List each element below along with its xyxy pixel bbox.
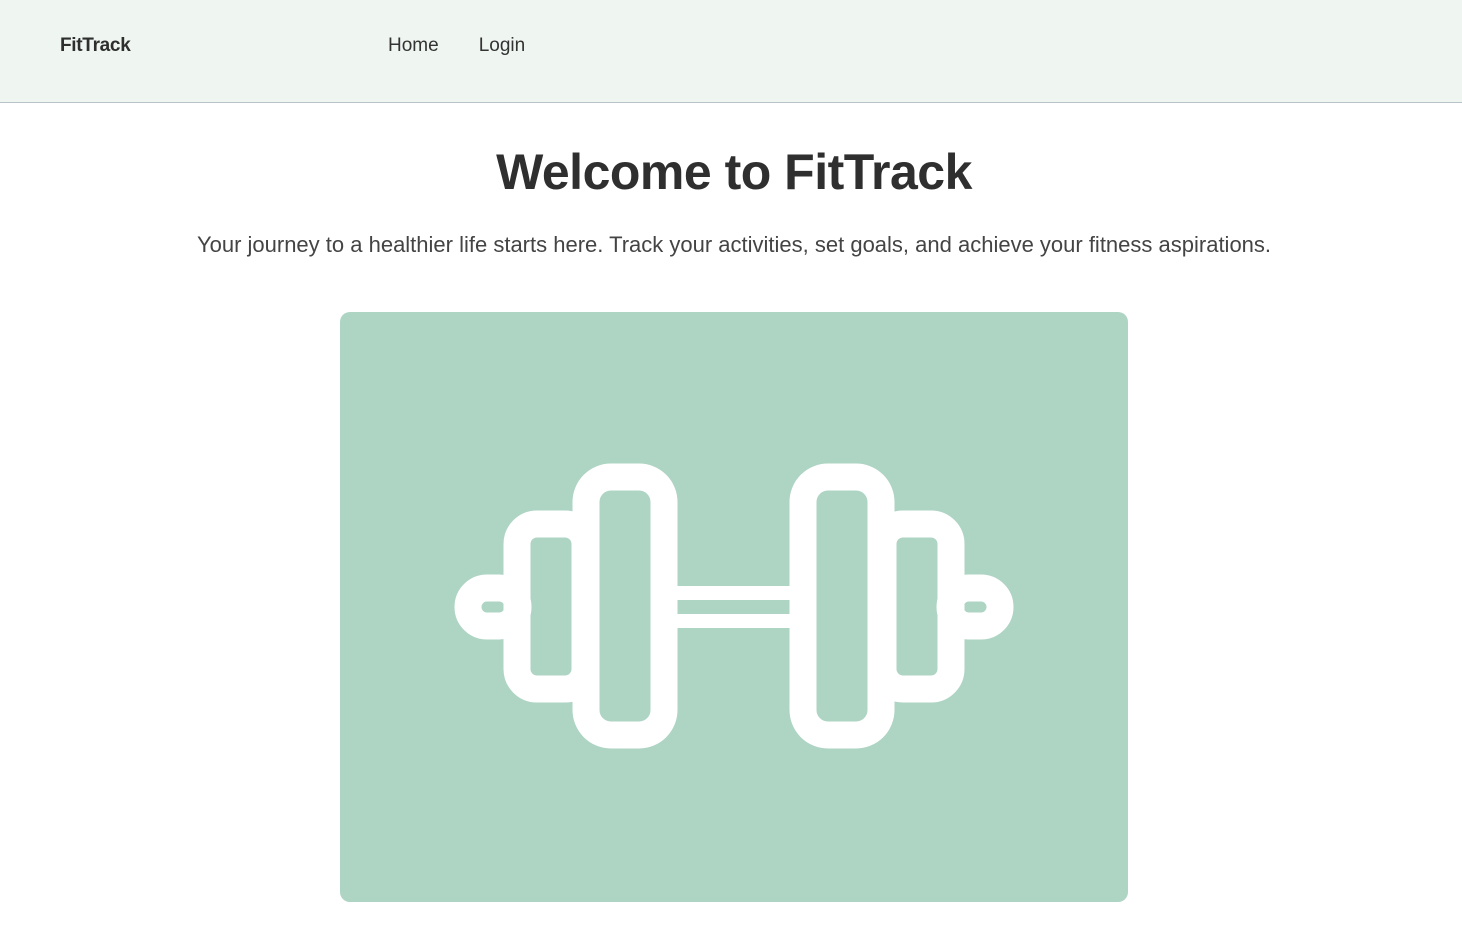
handle-top bbox=[676, 586, 790, 600]
nav-link-login[interactable]: Login bbox=[479, 35, 526, 57]
hero-image bbox=[340, 312, 1128, 902]
right-inner-plate bbox=[789, 463, 895, 749]
handle-bottom bbox=[676, 614, 790, 628]
nav-link-home[interactable]: Home bbox=[388, 35, 439, 57]
main-nav: Home Login bbox=[388, 35, 525, 57]
main-content: Welcome to FitTrack Your journey to a he… bbox=[0, 103, 1462, 948]
left-inner-plate bbox=[572, 463, 678, 749]
dumbbell-icon bbox=[454, 463, 1014, 749]
page-subtitle: Your journey to a healthier life starts … bbox=[196, 232, 1272, 257]
page-title: Welcome to FitTrack bbox=[496, 144, 972, 200]
brand-logo-link[interactable]: FitTrack bbox=[60, 35, 131, 57]
top-navbar: FitTrack Home Login bbox=[0, 0, 1462, 103]
